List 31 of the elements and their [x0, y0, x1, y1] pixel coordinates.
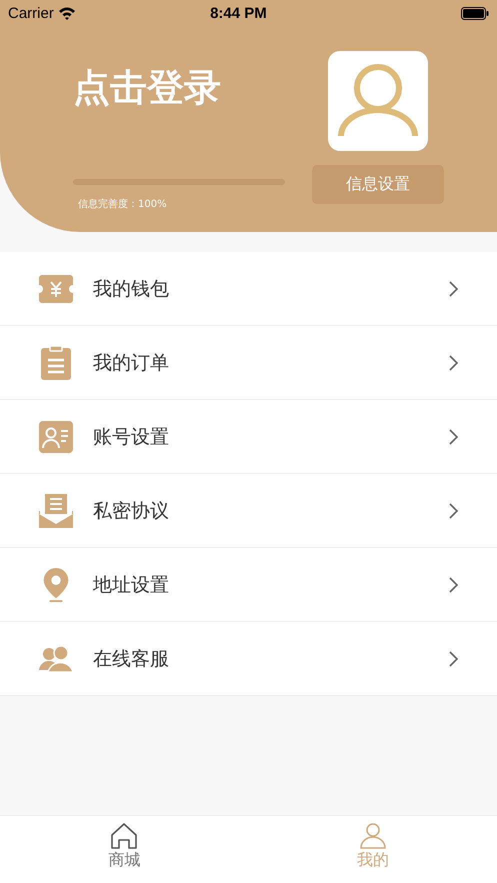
menu-label: 私密协议 [93, 498, 170, 524]
wifi-icon [58, 6, 76, 20]
carrier-name: Carrier [8, 4, 54, 22]
menu-label: 地址设置 [93, 572, 170, 598]
envelope-document-icon [39, 494, 73, 528]
home-icon [110, 822, 138, 850]
clipboard-icon [39, 346, 73, 380]
menu-item[interactable]: 在线客服 [0, 622, 497, 696]
person-icon [337, 64, 419, 138]
id-card-icon [39, 420, 73, 454]
chevron-icon [449, 576, 459, 592]
chevron-icon [449, 650, 459, 666]
tab-bar-item[interactable]: 商城 [0, 816, 248, 883]
avatar-tile[interactable] [328, 51, 428, 151]
battery-icon [460, 6, 489, 20]
menu-item[interactable]: 我的钱包 [0, 252, 497, 326]
person-icon [358, 822, 387, 850]
menu-label: 在线客服 [93, 646, 170, 672]
chevron-icon [449, 428, 459, 444]
menu-label: 我的订单 [93, 350, 170, 376]
menu-label: 我的钱包 [93, 276, 170, 302]
progress-label: 信息完善度：100% [78, 198, 168, 211]
chevron-icon [449, 354, 459, 370]
menu-item[interactable]: 账号设置 [0, 400, 497, 474]
menu-item[interactable]: 地址设置 [0, 548, 497, 622]
menu-item[interactable]: 我的订单 [0, 326, 497, 400]
chevron-icon [449, 502, 459, 518]
clock-time: 8:44 PM [210, 4, 267, 22]
menu-item[interactable]: 私密协议 [0, 474, 497, 548]
menu-label: 账号设置 [93, 424, 170, 450]
chevron-icon [449, 280, 459, 296]
